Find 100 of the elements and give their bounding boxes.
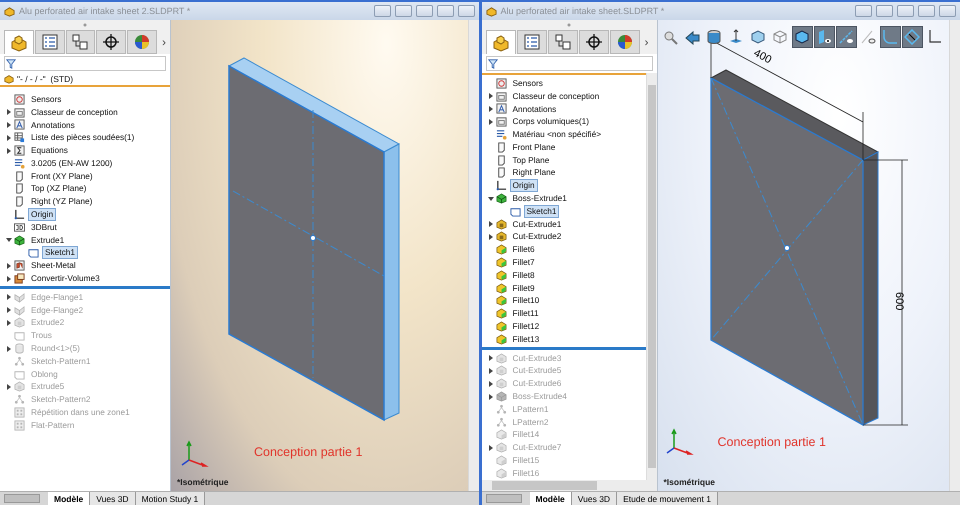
cut-extrusion-icon	[496, 352, 506, 364]
cube-icon	[794, 29, 810, 45]
tile-button[interactable]	[876, 5, 893, 17]
cut-extrusion-icon	[496, 365, 506, 376]
tree-item[interactable]: Fillet10	[510, 294, 542, 308]
bottom-tab[interactable]: Motion Study 1	[136, 492, 206, 505]
bottom-tab[interactable]: Modèle	[48, 492, 90, 505]
tree-item[interactable]: Front (XY Plane)	[28, 170, 96, 183]
scrollbar[interactable]	[949, 20, 960, 491]
tree-item[interactable]: Fillet12	[510, 320, 542, 334]
tree-item[interactable]: Annotations	[510, 102, 560, 116]
expand-arrow-icon[interactable]	[488, 221, 492, 228]
expand-arrow-icon[interactable]	[488, 394, 492, 400]
bottom-tab[interactable]: Etude de mouvement 1	[617, 492, 718, 505]
tree-item[interactable]: Convertir-Volume3	[28, 272, 103, 286]
panel-tab[interactable]	[578, 30, 608, 54]
tree-item[interactable]: Cut-Extrude1	[510, 218, 564, 231]
tree-item[interactable]: Top (XZ Plane)	[28, 182, 90, 196]
expand-arrow-icon[interactable]	[488, 118, 492, 125]
bottom-tab[interactable]: Vues 3D	[90, 492, 136, 505]
tree-item[interactable]: Classeur de conception	[28, 106, 121, 119]
scrollbar[interactable]	[646, 73, 656, 480]
expand-arrow-icon[interactable]	[7, 276, 11, 282]
rollback-bar[interactable]	[482, 346, 646, 350]
panel-tab[interactable]	[66, 30, 96, 54]
tree-item[interactable]: Fillet9	[510, 282, 538, 295]
tree-item[interactable]: Sensors	[28, 92, 64, 106]
tree-item[interactable]: Fillet8	[510, 268, 538, 282]
filter-field[interactable]	[486, 56, 652, 71]
panel-tab[interactable]	[96, 30, 126, 54]
expand-arrow-icon[interactable]	[7, 294, 11, 300]
tree-item[interactable]: 3.0205 (EN-AW 1200)	[28, 156, 116, 170]
tree-item[interactable]: Fillet7	[510, 256, 538, 270]
tree-item[interactable]: Fillet6	[510, 243, 538, 256]
expand-arrow-icon[interactable]	[7, 122, 11, 128]
expand-arrow-icon[interactable]	[488, 234, 492, 240]
expand-arrow-icon[interactable]	[488, 93, 492, 100]
panel-tab[interactable]	[516, 30, 546, 54]
tree-item[interactable]: Fillet11	[510, 307, 542, 320]
tile-button[interactable]	[374, 5, 390, 17]
expand-arrow-icon[interactable]	[7, 134, 11, 141]
tree-item[interactable]: Right Plane	[510, 166, 558, 180]
collapse-arrow-icon[interactable]	[488, 196, 494, 201]
axis-triad-icon	[181, 440, 209, 468]
expand-arrow-icon[interactable]	[7, 320, 11, 326]
graphics-area[interactable]: 400 600 Conception partie 1 *Isométrique	[658, 20, 960, 491]
tree-item[interactable]: Liste des pièces soudées(1)	[28, 131, 138, 144]
tree-item[interactable]: Equations	[28, 144, 71, 158]
expand-arrow-icon[interactable]	[488, 444, 492, 451]
toolbar-button[interactable]	[836, 26, 856, 48]
expand-arrow-icon[interactable]	[7, 346, 11, 352]
tree-item[interactable]: Extrude1	[28, 234, 68, 247]
toolbar-button[interactable]	[814, 26, 834, 48]
tree-item[interactable]: Sketch1	[524, 204, 560, 218]
tree-item[interactable]: Corps volumiques(1)	[510, 115, 592, 128]
bottom-tab[interactable]: Modèle	[530, 492, 572, 505]
splitter-handle-icon[interactable]	[567, 23, 571, 27]
scrollbar[interactable]	[468, 20, 478, 491]
toolbar-button[interactable]	[902, 26, 922, 48]
expand-arrow-icon[interactable]	[7, 148, 11, 154]
tree-item[interactable]: Right (YZ Plane)	[28, 195, 96, 208]
expand-arrow-icon[interactable]	[488, 368, 492, 374]
tree-item[interactable]: Origin	[510, 179, 538, 192]
more-tabs-arrow[interactable]: ›	[162, 35, 166, 49]
expand-arrow-icon[interactable]	[7, 262, 11, 269]
tree-item[interactable]: Sensors	[510, 76, 546, 90]
collapse-arrow-icon[interactable]	[6, 238, 12, 242]
expand-arrow-icon[interactable]	[7, 109, 11, 116]
tile-button[interactable]	[394, 5, 412, 17]
expand-arrow-icon[interactable]	[488, 355, 492, 362]
tree-item[interactable]: Matériau <non spécifié>	[510, 128, 604, 142]
tree-item[interactable]: Fillet13	[510, 332, 542, 346]
splitter-handle-icon[interactable]	[83, 23, 87, 27]
panel-tab[interactable]	[34, 30, 65, 54]
tree-item[interactable]: Top Plane	[510, 154, 552, 167]
graphics-area[interactable]: Conception partie 1 *Isométrique	[171, 20, 478, 491]
tree-item[interactable]: Origin	[28, 208, 56, 222]
tree-item[interactable]: Front Plane	[510, 140, 558, 154]
expand-arrow-icon[interactable]	[7, 307, 11, 314]
scrollbar[interactable]	[482, 480, 656, 491]
expand-arrow-icon[interactable]	[7, 384, 11, 390]
toolbar-button[interactable]	[880, 26, 900, 48]
rollback-bar[interactable]	[0, 286, 170, 289]
filter-field[interactable]	[4, 56, 166, 71]
tree-item[interactable]: Cut-Extrude2	[510, 230, 564, 244]
part-icon	[4, 6, 15, 16]
expand-arrow-icon[interactable]	[488, 106, 492, 112]
tree-item[interactable]: Classeur de conception	[510, 90, 602, 103]
tree-item[interactable]: Boss-Extrude1	[510, 192, 570, 206]
arrow-icon	[684, 29, 700, 45]
panel-tab[interactable]	[548, 30, 578, 54]
tree-item[interactable]: Sheet-Metal	[28, 259, 79, 272]
tree-item[interactable]: Sketch1	[42, 246, 78, 260]
toolbar-button[interactable]	[792, 26, 812, 48]
tile-button[interactable]	[855, 5, 872, 17]
expand-arrow-icon[interactable]	[488, 380, 492, 387]
tree-item[interactable]: 3DBrut	[28, 220, 60, 234]
more-tabs-arrow[interactable]: ›	[644, 35, 648, 49]
bottom-tab[interactable]: Vues 3D	[572, 492, 618, 505]
tree-item[interactable]: Annotations	[28, 118, 78, 132]
